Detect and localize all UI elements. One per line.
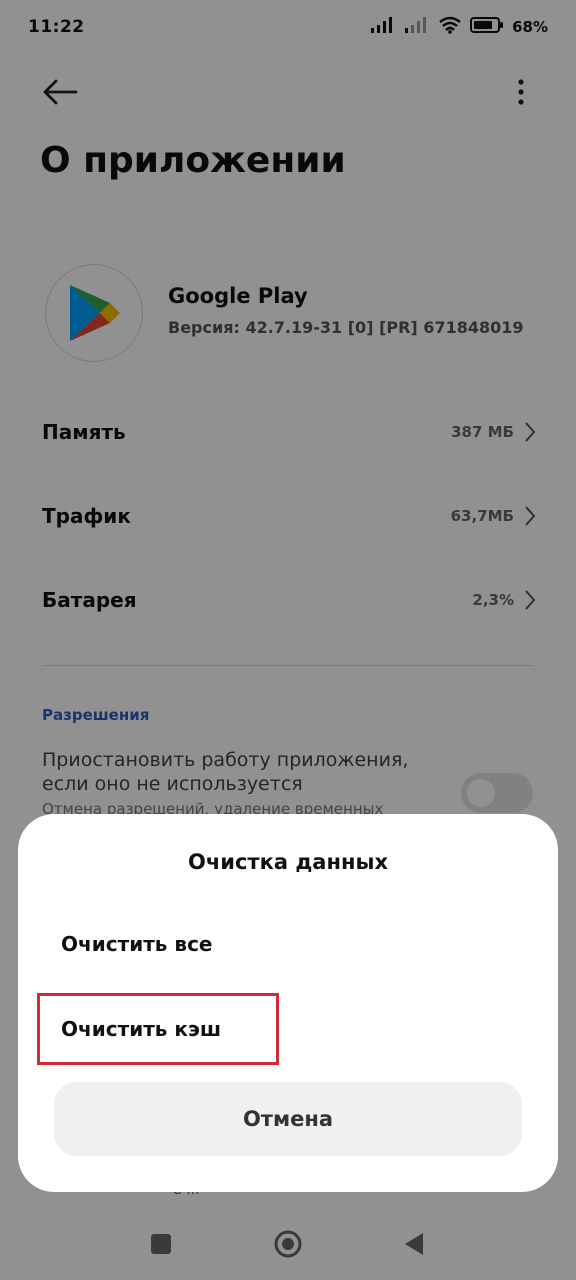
clear-all-option[interactable]: Очистить все [61, 932, 212, 956]
recents-button[interactable] [145, 1228, 177, 1260]
cancel-button[interactable]: Отмена [54, 1082, 522, 1156]
home-button[interactable] [272, 1228, 304, 1260]
nav-back-button[interactable] [398, 1228, 430, 1260]
recents-square-icon [151, 1234, 171, 1254]
back-triangle-icon [405, 1233, 423, 1255]
dialog-title: Очистка данных [187, 850, 389, 874]
home-circle-icon [274, 1230, 302, 1258]
clear-cache-option[interactable]: Очистить кэш [61, 1017, 221, 1041]
clear-data-dialog: Очистка данных Очистить все Очистить кэш… [18, 814, 558, 1192]
